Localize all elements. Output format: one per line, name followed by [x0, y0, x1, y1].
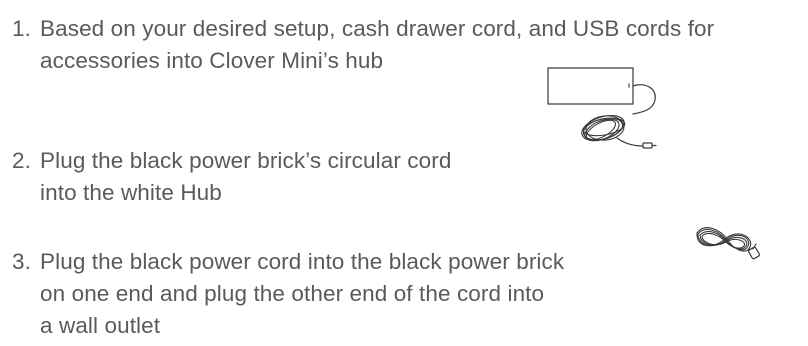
step-3-line-2: on one end and plug the other end of the… [40, 281, 545, 306]
power-brick-icon [547, 67, 657, 149]
step-2-line-1: Plug the black power brick’s circular co… [40, 148, 452, 173]
step-2: 2. Plug the black power brick’s circular… [0, 146, 560, 210]
step-1: 1. Based on your desired setup, cash dra… [0, 14, 808, 78]
step-3: 3. Plug the black power cord into the bl… [0, 247, 700, 343]
step-3-line-3: a wall outlet [40, 313, 161, 338]
power-cord-icon [696, 227, 761, 260]
step-2-number: 2. [12, 148, 31, 173]
step-1-number: 1. [12, 16, 31, 41]
step-2-line-2: into the white Hub [40, 180, 222, 205]
step-1-line-1: Based on your desired setup, cash drawer… [40, 16, 715, 41]
step-3-number: 3. [12, 249, 31, 274]
step-3-line-1: Plug the black power cord into the black… [40, 249, 565, 274]
step-1-line-2: accessories into Clover Mini’s hub [40, 48, 384, 73]
